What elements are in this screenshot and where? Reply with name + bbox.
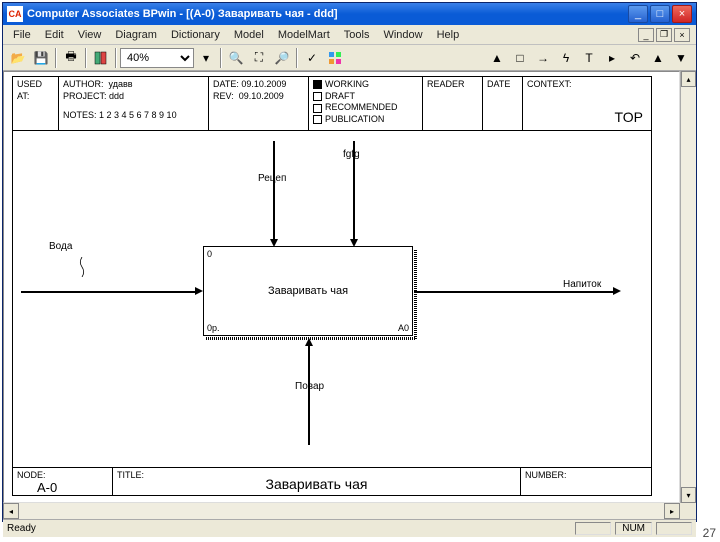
activity-box-tool-icon[interactable]: □ xyxy=(509,47,531,69)
control1-label[interactable]: Рецеп xyxy=(258,173,286,184)
header-context: CONTEXT: TOP xyxy=(523,77,651,130)
zoom-dropdown-icon[interactable]: ▾ xyxy=(195,47,217,69)
titlebar[interactable]: CA Computer Associates BPwin - [(A-0) За… xyxy=(3,3,696,25)
squiggle-connector xyxy=(75,257,89,277)
zoom-out-icon[interactable]: 🔎 xyxy=(271,47,293,69)
mechanism-arrow[interactable] xyxy=(308,345,310,445)
modelmart-icon[interactable] xyxy=(324,47,346,69)
pointer-tool-icon[interactable]: ▲ xyxy=(486,47,508,69)
output-label[interactable]: Напиток xyxy=(563,279,601,290)
menu-dictionary[interactable]: Dictionary xyxy=(165,27,226,43)
undo-icon[interactable]: ↶ xyxy=(624,47,646,69)
menu-view[interactable]: View xyxy=(72,27,108,43)
status-cell-num: NUM xyxy=(615,522,652,535)
footer-node: NODE: A-0 xyxy=(13,468,113,495)
menubar: File Edit View Diagram Dictionary Model … xyxy=(3,25,696,45)
vertical-scrollbar[interactable]: ▴ ▾ xyxy=(680,71,696,503)
activity-corner-0p: 0р. xyxy=(207,323,220,333)
diagram-manager-icon[interactable]: ▸ xyxy=(601,47,623,69)
page-number: 27 xyxy=(703,526,716,540)
scroll-left-icon[interactable]: ◂ xyxy=(3,503,19,519)
activity-a0: A0 xyxy=(398,323,409,333)
app-window: CA Computer Associates BPwin - [(A-0) За… xyxy=(2,2,697,522)
mdi-restore-button[interactable]: ❐ xyxy=(656,28,672,42)
activity-box[interactable]: Заваривать чая 0 0р. A0 xyxy=(203,246,413,336)
child-diagram-icon[interactable]: ▼ xyxy=(670,47,692,69)
input-arrow[interactable] xyxy=(21,291,196,293)
footer-title: TITLE: Заваривать чая xyxy=(113,468,521,495)
scroll-up-icon[interactable]: ▴ xyxy=(681,71,696,87)
scroll-down-icon[interactable]: ▾ xyxy=(681,487,696,503)
menu-file[interactable]: File xyxy=(7,27,37,43)
idef0-frame: USED AT: AUTHOR: удавв PROJECT: ddd NOTE… xyxy=(12,76,652,496)
app-icon: CA xyxy=(7,6,23,22)
footer-number: NUMBER: xyxy=(521,468,651,495)
text-tool-icon[interactable]: T xyxy=(578,47,600,69)
statusbar: Ready NUM xyxy=(3,519,696,537)
window-title: Computer Associates BPwin - [(A-0) Завар… xyxy=(27,8,628,20)
activity-label: Заваривать чая xyxy=(268,285,348,297)
arrow-tool-icon[interactable]: → xyxy=(532,47,554,69)
squiggle-tool-icon[interactable]: ϟ xyxy=(555,47,577,69)
menu-modelmart[interactable]: ModelMart xyxy=(272,27,336,43)
zoom-select[interactable]: 40% xyxy=(120,48,194,68)
mdi-minimize-button[interactable]: _ xyxy=(638,28,654,42)
status-ready: Ready xyxy=(7,523,36,534)
status-marker xyxy=(313,80,322,89)
status-cell-empty2 xyxy=(656,522,692,535)
spellcheck-icon[interactable]: ✓ xyxy=(301,47,323,69)
mechanism-label[interactable]: Повар xyxy=(295,381,324,392)
close-button[interactable]: × xyxy=(672,5,692,23)
status-cell-empty xyxy=(575,522,611,535)
open-icon[interactable]: 📂 xyxy=(7,47,29,69)
header-author-cell: AUTHOR: удавв PROJECT: ddd NOTES: 1 2 3 … xyxy=(59,77,209,130)
horizontal-scrollbar[interactable]: ◂ ▸ xyxy=(3,503,680,519)
model-explorer-icon[interactable] xyxy=(90,47,112,69)
save-icon[interactable]: 💾 xyxy=(30,47,52,69)
zoom-in-icon[interactable]: 🔍 xyxy=(225,47,247,69)
mdi-close-button[interactable]: × xyxy=(674,28,690,42)
parent-diagram-icon[interactable]: ▲ xyxy=(647,47,669,69)
context-top-label: TOP xyxy=(614,108,643,126)
menu-diagram[interactable]: Diagram xyxy=(109,27,163,43)
diagram-canvas[interactable]: USED AT: AUTHOR: удавв PROJECT: ddd NOTE… xyxy=(3,71,680,503)
print-icon[interactable]: 🖶 xyxy=(60,47,82,69)
header-date-cell: DATE: 09.10.2009 REV: 09.10.2009 xyxy=(209,77,309,130)
minimize-button[interactable]: _ xyxy=(628,5,648,23)
control2-label[interactable]: fgfg xyxy=(343,149,360,160)
zoom-fit-icon[interactable]: ⛶ xyxy=(248,47,270,69)
input-label[interactable]: Вода xyxy=(49,241,72,252)
header-status-cell: WORKING DRAFT RECOMMENDED PUBLICATION xyxy=(309,77,423,130)
menu-model[interactable]: Model xyxy=(228,27,270,43)
header-date2: DATE xyxy=(483,77,523,130)
toolbar: 📂 💾 🖶 40% ▾ 🔍 ⛶ 🔎 ✓ ▲ □ → ϟ T ▸ ↶ ▲ ▼ xyxy=(3,45,696,71)
header-used-at: USED AT: xyxy=(13,77,59,130)
menu-tools[interactable]: Tools xyxy=(338,27,376,43)
menu-edit[interactable]: Edit xyxy=(39,27,70,43)
maximize-button[interactable]: □ xyxy=(650,5,670,23)
control1-arrow[interactable] xyxy=(273,141,275,241)
header-reader: READER xyxy=(423,77,483,130)
scroll-right-icon[interactable]: ▸ xyxy=(664,503,680,519)
diagram-body[interactable]: Заваривать чая 0 0р. A0 Вода Нап xyxy=(13,131,651,467)
output-arrow[interactable] xyxy=(414,291,614,293)
menu-help[interactable]: Help xyxy=(431,27,466,43)
activity-corner-0: 0 xyxy=(207,249,212,259)
menu-window[interactable]: Window xyxy=(377,27,428,43)
